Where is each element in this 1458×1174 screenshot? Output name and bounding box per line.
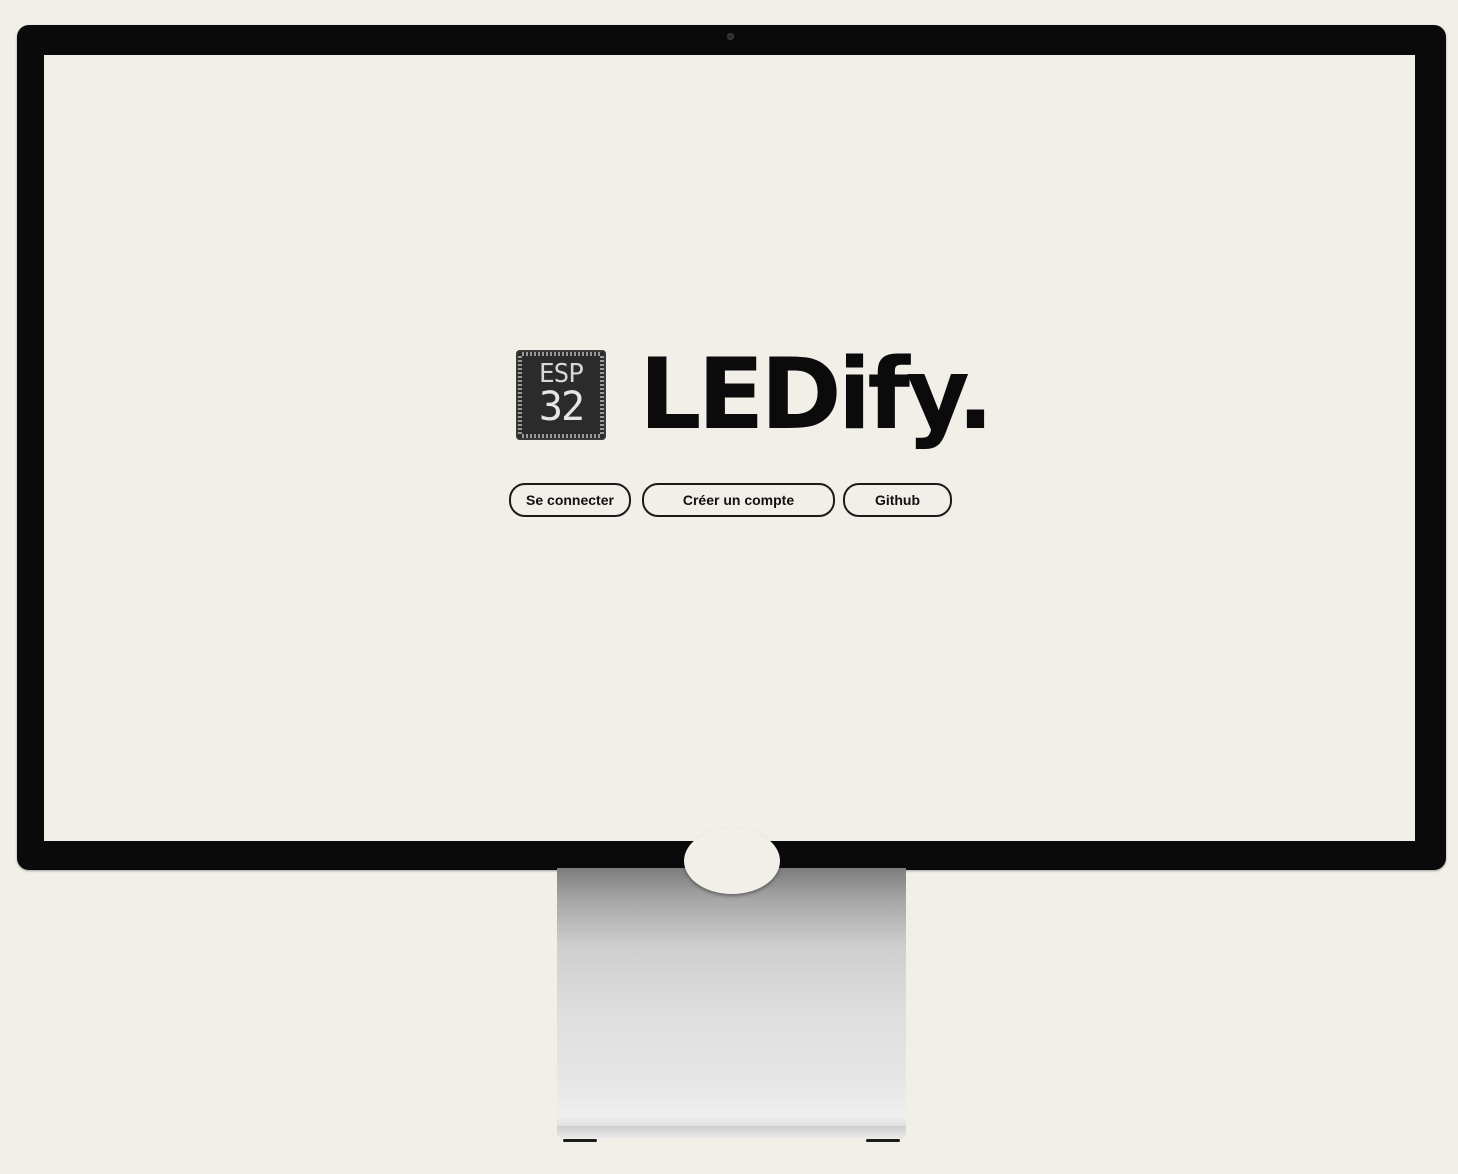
stand-foot-left bbox=[563, 1139, 597, 1142]
chip-pins-top bbox=[522, 352, 600, 356]
stand-foot-right bbox=[866, 1139, 900, 1142]
stand-hole bbox=[684, 828, 780, 894]
monitor-bezel: ESP 32 LEDify. Se connecter Créer un com… bbox=[17, 25, 1446, 870]
stand-base bbox=[557, 1126, 906, 1138]
chip-label-32: 32 bbox=[538, 384, 585, 430]
monitor-stand bbox=[557, 828, 906, 1142]
login-button[interactable]: Se connecter bbox=[509, 483, 631, 517]
esp32-chip-icon: ESP 32 bbox=[516, 350, 606, 440]
camera-icon bbox=[727, 33, 734, 40]
monitor-screen: ESP 32 LEDify. Se connecter Créer un com… bbox=[44, 55, 1415, 841]
chip-pins-bottom bbox=[522, 434, 600, 438]
signup-button[interactable]: Créer un compte bbox=[642, 483, 835, 517]
action-buttons: Se connecter Créer un compte Github bbox=[509, 483, 959, 517]
brand-title: LEDify. bbox=[639, 338, 994, 452]
github-button[interactable]: Github bbox=[843, 483, 952, 517]
page: ESP 32 LEDify. Se connecter Créer un com… bbox=[0, 0, 1458, 1174]
hero: ESP 32 LEDify. bbox=[44, 340, 1415, 450]
